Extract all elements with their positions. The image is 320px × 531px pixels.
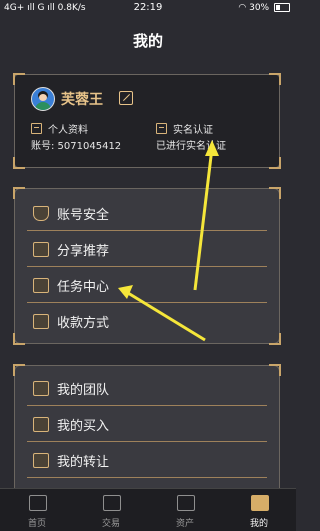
menu-item-label: 账号安全 — [57, 208, 110, 223]
shield-icon — [33, 206, 49, 221]
menu-panel-account: 账号安全 分享推荐 任务中心 收款方式 — [13, 187, 281, 345]
card-corner-ornament — [269, 73, 281, 85]
bottom-nav: 首页 交易 资产 我的 — [0, 488, 296, 531]
card-corner-ornament — [13, 73, 25, 85]
personal-info-label: 个人资料 — [48, 125, 88, 136]
menu-item-my-purchases[interactable]: 我的买入 — [15, 406, 279, 442]
personal-info-link[interactable]: 个人资料 — [31, 121, 88, 136]
menu-item-share-recommend[interactable]: 分享推荐 — [15, 231, 279, 267]
edit-icon[interactable] — [119, 91, 133, 105]
realname-link[interactable]: 实名认证 — [156, 121, 213, 136]
menu-item-label: 我的团队 — [57, 383, 110, 398]
menu-item-my-team[interactable]: 我的团队 — [15, 370, 279, 406]
transfer-icon — [33, 453, 49, 468]
menu-item-label: 任务中心 — [57, 280, 110, 295]
status-bar: 4G+ ıll G ıll 0.8K/s 22:19 ◠ 30% — [0, 0, 296, 18]
battery-status: ◠ 30% — [238, 3, 290, 13]
task-icon — [33, 278, 49, 293]
nav-assets[interactable]: 资产 — [148, 489, 222, 531]
menu-item-label: 收款方式 — [57, 316, 110, 331]
nav-trade[interactable]: 交易 — [74, 489, 148, 531]
profile-icon — [251, 495, 269, 511]
menu-item-label: 分享推荐 — [57, 244, 110, 259]
card-corner-ornament — [13, 157, 25, 169]
avatar[interactable] — [31, 87, 55, 111]
trade-icon — [103, 495, 121, 511]
nav-home[interactable]: 首页 — [0, 489, 74, 531]
menu-panel-trading: 我的团队 我的买入 我的转让 — [13, 364, 281, 502]
menu-item-payment-method[interactable]: 收款方式 — [15, 303, 279, 339]
wifi-icon: ◠ — [238, 3, 247, 13]
nav-profile[interactable]: 我的 — [222, 489, 296, 531]
team-icon — [33, 381, 49, 396]
payment-icon — [33, 314, 49, 329]
realname-status: 已进行实名认证 — [156, 141, 226, 152]
id-card-icon — [156, 123, 167, 134]
account-number: 账号: 5071045412 — [31, 141, 122, 152]
share-icon — [33, 242, 49, 257]
profile-doc-icon — [31, 123, 42, 134]
buy-icon — [33, 417, 49, 432]
home-icon — [29, 495, 47, 511]
divider — [27, 477, 267, 478]
menu-item-account-security[interactable]: 账号安全 — [15, 195, 279, 231]
page-title: 我的 — [132, 32, 163, 50]
battery-percent: 30% — [249, 3, 270, 13]
card-corner-ornament — [269, 157, 281, 169]
menu-item-label: 我的买入 — [57, 419, 110, 434]
menu-item-task-center[interactable]: 任务中心 — [15, 267, 279, 303]
assets-icon — [177, 495, 195, 511]
battery-icon — [274, 3, 290, 12]
realname-label: 实名认证 — [173, 125, 213, 136]
nav-label: 交易 — [101, 519, 120, 529]
nav-label: 我的 — [249, 519, 268, 529]
nav-label: 资产 — [175, 519, 194, 529]
username: 芙蓉王 — [61, 92, 103, 108]
nav-label: 首页 — [27, 519, 46, 529]
menu-item-my-transfers[interactable]: 我的转让 — [15, 442, 279, 478]
menu-item-label: 我的转让 — [57, 455, 110, 470]
profile-card: 芙蓉王 个人资料 账号: 5071045412 实名认证 已进行实名认证 — [13, 73, 281, 169]
